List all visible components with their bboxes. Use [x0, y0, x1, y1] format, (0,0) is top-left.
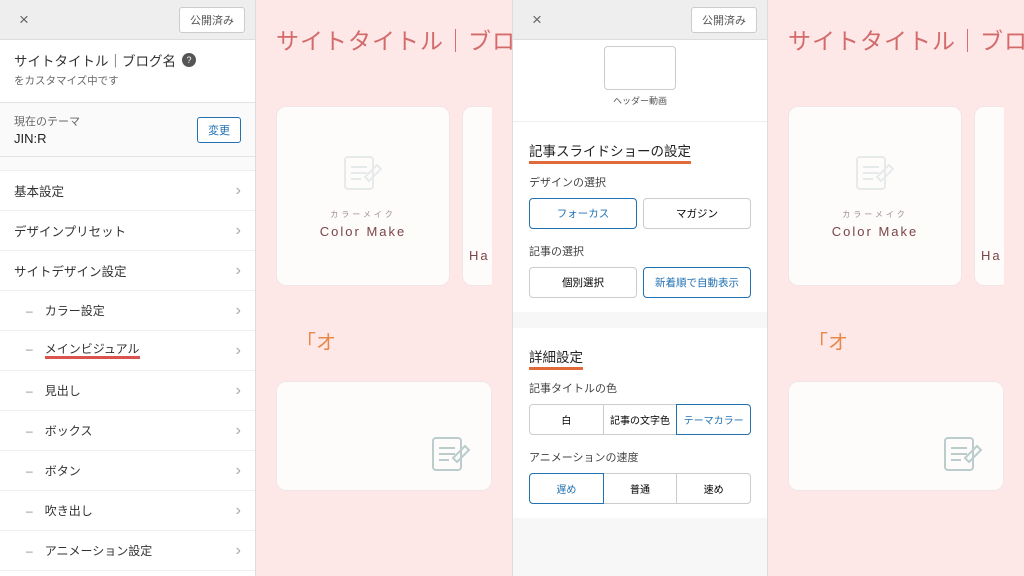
chevron-right-icon: ›	[236, 182, 241, 200]
site-title-block: サイトタイトル｜ブログ名 ? をカスタマイズ中です	[0, 40, 255, 103]
chevron-right-icon: ›	[236, 342, 241, 360]
article-card[interactable]	[788, 381, 1004, 491]
edit-icon	[939, 434, 987, 474]
close-icon[interactable]: ×	[10, 6, 38, 34]
customizer-sidebar-detail: × 公開済み ヘッダー動画 記事スライドショーの設定 デザインの選択 フォーカス…	[512, 0, 768, 576]
title-color-white[interactable]: 白	[529, 404, 604, 435]
design-option-magazine[interactable]: マガジン	[643, 198, 751, 229]
title-color-theme[interactable]: テーマカラー	[676, 404, 751, 435]
feature-card-partial[interactable]: Ha	[974, 106, 1004, 286]
title-color-segment: 白 記事の文字色 テーマカラー	[529, 404, 751, 435]
section-detail: 詳細設定 記事タイトルの色 白 記事の文字色 テーマカラー アニメーションの速度…	[513, 328, 767, 518]
edit-icon	[339, 153, 387, 193]
article-option-auto[interactable]: 新着順で自動表示	[643, 267, 751, 298]
submenu-main-visual[interactable]: –メインビジュアル›	[0, 331, 255, 371]
chevron-right-icon: ›	[236, 222, 241, 240]
card-label-en: Color Make	[832, 224, 918, 239]
article-select-label: 記事の選択	[529, 243, 751, 259]
menu-design-preset[interactable]: デザインプリセット›	[0, 211, 255, 251]
header-movie-option[interactable]: ヘッダー動画	[602, 46, 678, 107]
customizing-label: をカスタマイズ中です	[14, 73, 241, 88]
submenu-animation[interactable]: –アニメーション設定›	[0, 531, 255, 571]
change-theme-button[interactable]: 変更	[197, 117, 241, 143]
theme-name: JIN:R	[14, 131, 80, 146]
preview-pane-right: サイトタイトル｜ブロ カラーメイク Color Make Ha 「オ	[768, 0, 1024, 576]
theme-row: 現在のテーマ JIN:R 変更	[0, 103, 255, 157]
edit-icon	[851, 153, 899, 193]
section-heading: 記事スライドショーの設定	[529, 140, 751, 160]
close-icon[interactable]: ×	[523, 6, 551, 34]
theme-label: 現在のテーマ	[14, 113, 80, 129]
publish-button[interactable]: 公開済み	[691, 7, 757, 33]
chevron-right-icon: ›	[236, 422, 241, 440]
top-bar: × 公開済み	[0, 0, 255, 40]
design-segment: フォーカス マガジン	[529, 198, 751, 229]
thumbnail-icon	[604, 46, 676, 90]
publish-button[interactable]: 公開済み	[179, 7, 245, 33]
section-heading-partial: 「オ	[808, 326, 1024, 355]
section-heading-partial: 「オ	[296, 326, 512, 355]
site-title-row: サイトタイトル｜ブログ名 ?	[14, 50, 241, 70]
customizer-sidebar: × 公開済み サイトタイトル｜ブログ名 ? をカスタマイズ中です 現在のテーマ …	[0, 0, 256, 576]
chevron-right-icon: ›	[236, 502, 241, 520]
design-option-focus[interactable]: フォーカス	[529, 198, 637, 229]
preview-site-title: サイトタイトル｜ブロ	[256, 0, 512, 56]
speed-normal[interactable]: 普通	[603, 473, 678, 504]
article-segment: 個別選択 新着順で自動表示	[529, 267, 751, 298]
card-kana: カラーメイク	[330, 209, 396, 220]
submenu-button[interactable]: –ボタン›	[0, 451, 255, 491]
chevron-right-icon: ›	[236, 262, 241, 280]
speed-fast[interactable]: 速め	[676, 473, 751, 504]
menu-site-design[interactable]: サイトデザイン設定›	[0, 251, 255, 291]
submenu-box[interactable]: –ボックス›	[0, 411, 255, 451]
section-heading: 詳細設定	[529, 346, 751, 366]
animation-speed-label: アニメーションの速度	[529, 449, 751, 465]
submenu-speech-bubble[interactable]: –吹き出し›	[0, 491, 255, 531]
design-select-label: デザインの選択	[529, 174, 751, 190]
card-label-en: Color Make	[320, 224, 406, 239]
preview-site-title: サイトタイトル｜ブロ	[768, 0, 1024, 56]
feature-card-partial[interactable]: Ha	[462, 106, 492, 286]
chevron-right-icon: ›	[236, 542, 241, 560]
card-label-partial: Ha	[981, 248, 1002, 263]
section-slideshow: 記事スライドショーの設定 デザインの選択 フォーカス マガジン 記事の選択 個別…	[513, 122, 767, 312]
preview-pane-left: サイトタイトル｜ブロ カラーメイク Color Make Ha 「オ	[256, 0, 512, 576]
card-kana: カラーメイク	[842, 209, 908, 220]
chevron-right-icon: ›	[236, 382, 241, 400]
feature-card[interactable]: カラーメイク Color Make	[276, 106, 450, 286]
chevron-right-icon: ›	[236, 302, 241, 320]
site-title: サイトタイトル｜ブログ名	[14, 50, 176, 70]
top-bar: × 公開済み	[513, 0, 767, 40]
submenu-color[interactable]: –カラー設定›	[0, 291, 255, 331]
title-color-label: 記事タイトルの色	[529, 380, 751, 396]
menu-list: 基本設定› デザインプリセット› サイトデザイン設定› –カラー設定› –メイン…	[0, 157, 255, 576]
menu-basic-settings[interactable]: 基本設定›	[0, 171, 255, 211]
speed-slow[interactable]: 遅め	[529, 473, 604, 504]
card-label-partial: Ha	[469, 248, 490, 263]
chevron-right-icon: ›	[236, 462, 241, 480]
title-color-text[interactable]: 記事の文字色	[603, 404, 678, 435]
feature-card[interactable]: カラーメイク Color Make	[788, 106, 962, 286]
help-icon[interactable]: ?	[182, 53, 196, 67]
article-option-individual[interactable]: 個別選択	[529, 267, 637, 298]
header-movie-label: ヘッダー動画	[602, 94, 678, 107]
submenu-heading[interactable]: –見出し›	[0, 371, 255, 411]
speed-segment: 遅め 普通 速め	[529, 473, 751, 504]
submenu-information[interactable]: –インフォメーション設定›	[0, 571, 255, 576]
edit-icon	[427, 434, 475, 474]
article-card[interactable]	[276, 381, 492, 491]
